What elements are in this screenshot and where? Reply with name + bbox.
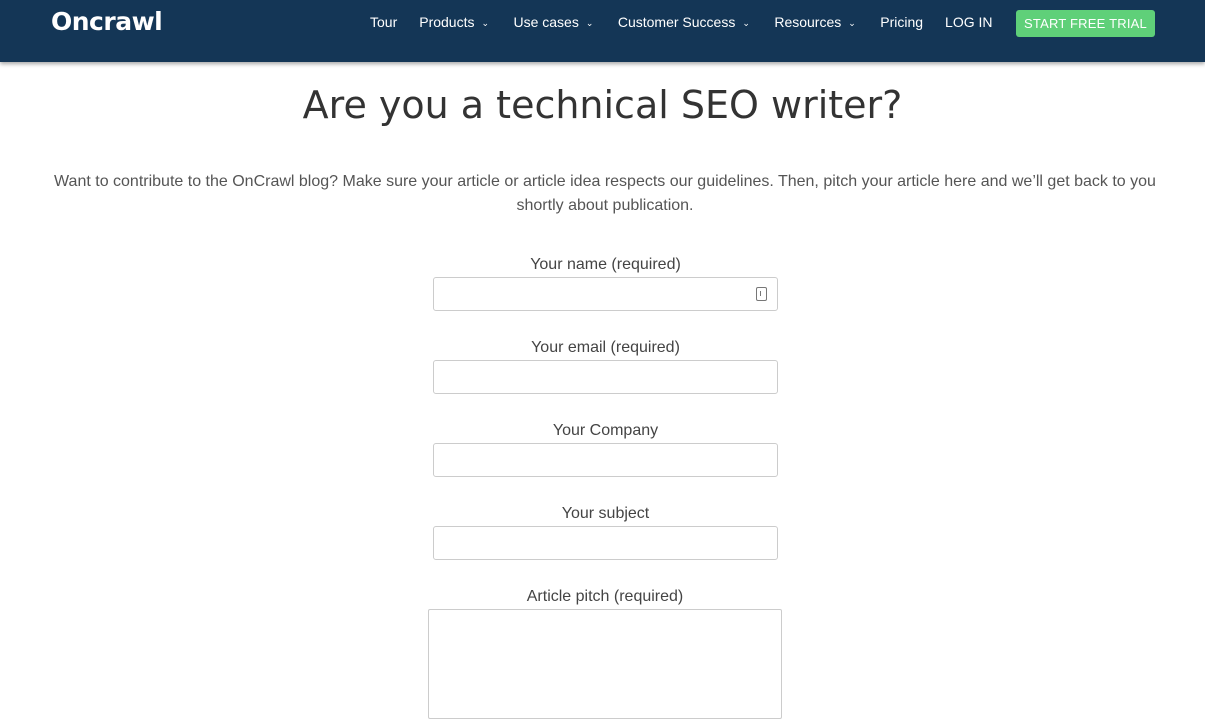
nav-item-label: Pricing bbox=[880, 14, 924, 30]
company-input[interactable] bbox=[433, 443, 778, 477]
subject-field-group: Your subject bbox=[433, 504, 778, 560]
pitch-label: Article pitch (required) bbox=[526, 588, 684, 605]
nav-item-tour[interactable]: Tour bbox=[370, 14, 397, 30]
chevron-down-icon: ⌄ bbox=[742, 18, 750, 28]
name-field-group: Your name (required) bbox=[433, 255, 778, 311]
nav-item-login[interactable]: LOG IN bbox=[945, 14, 992, 30]
nav-item-label: LOG IN bbox=[945, 14, 993, 30]
email-input[interactable] bbox=[433, 360, 778, 394]
contact-card-icon[interactable] bbox=[756, 287, 767, 301]
start-free-trial-button[interactable]: START FREE TRIAL bbox=[1016, 10, 1155, 37]
top-navbar: Oncrawl Tour Products ⌄ Use cases ⌄ Cust… bbox=[0, 0, 1205, 62]
pitch-textarea[interactable] bbox=[428, 609, 782, 719]
email-label: Your email (required) bbox=[531, 339, 680, 356]
subject-input[interactable] bbox=[433, 526, 778, 560]
nav-item-label: Customer Success bbox=[617, 14, 736, 30]
nav-item-pricing[interactable]: Pricing bbox=[880, 14, 923, 30]
name-input[interactable] bbox=[433, 277, 778, 311]
chevron-down-icon: ⌄ bbox=[848, 18, 856, 28]
page-title: Are you a technical SEO writer? bbox=[302, 83, 903, 127]
oncrawl-logo[interactable]: Oncrawl bbox=[51, 5, 163, 39]
nav-item-use-cases[interactable]: Use cases ⌄ bbox=[513, 14, 595, 30]
chevron-down-icon: ⌄ bbox=[585, 18, 594, 28]
company-field-group: Your Company bbox=[433, 421, 778, 477]
pitch-field-group: Article pitch (required) bbox=[428, 587, 782, 719]
email-field-group: Your email (required) bbox=[433, 338, 778, 394]
chevron-down-icon: ⌄ bbox=[481, 18, 490, 28]
nav-item-label: Tour bbox=[370, 14, 398, 30]
subject-label: Your subject bbox=[561, 505, 650, 522]
company-label: Your Company bbox=[552, 422, 659, 439]
intro-text: Want to contribute to the OnCrawl blog? … bbox=[54, 173, 1156, 214]
nav-item-label: Products bbox=[419, 14, 475, 30]
name-label: Your name (required) bbox=[530, 256, 681, 273]
main-nav: Tour Products ⌄ Use cases ⌄ Customer Suc… bbox=[370, 0, 1015, 44]
nav-item-resources[interactable]: Resources ⌄ bbox=[774, 14, 858, 30]
nav-item-products[interactable]: Products ⌄ bbox=[419, 14, 491, 30]
nav-item-label: Resources bbox=[774, 14, 842, 30]
nav-item-label: Use cases bbox=[513, 14, 579, 30]
nav-item-customer-success[interactable]: Customer Success ⌄ bbox=[618, 14, 752, 30]
